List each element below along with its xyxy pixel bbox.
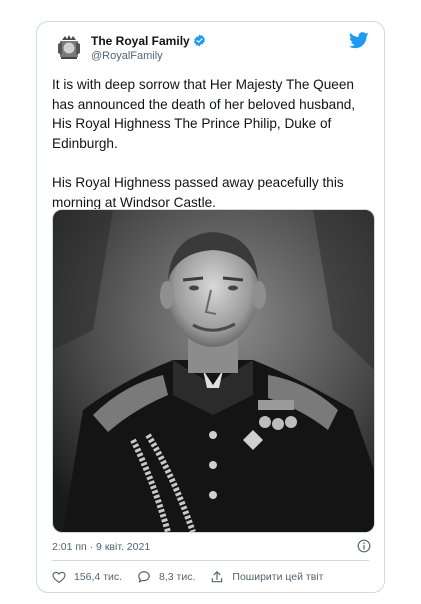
- tweet-card[interactable]: The Royal Family @RoyalFamily It is with…: [36, 21, 385, 593]
- tweet-actions: 156,4 тис. 8,3 тис. Поширити цей твіт: [52, 569, 338, 585]
- info-icon[interactable]: [357, 539, 371, 553]
- tweet-photo[interactable]: [52, 209, 375, 533]
- tweet-timestamp[interactable]: 2:01 пп · 9 квіт. 2021: [52, 541, 150, 553]
- reply-count: 8,3 тис.: [159, 571, 196, 583]
- like-count: 156,4 тис.: [74, 571, 123, 583]
- avatar[interactable]: [53, 31, 85, 63]
- tweet-paragraph: It is with deep sorrow that Her Majesty …: [52, 77, 356, 152]
- portrait-photo: [53, 210, 374, 532]
- author-name[interactable]: The Royal Family: [91, 34, 206, 48]
- reply-icon: [138, 571, 150, 583]
- like-button[interactable]: 156,4 тис.: [52, 570, 122, 584]
- author-handle[interactable]: @RoyalFamily: [91, 50, 163, 62]
- verified-badge-icon: [193, 34, 205, 47]
- tweet-text: It is with deep sorrow that Her Majesty …: [52, 75, 377, 212]
- author-name-text[interactable]: The Royal Family: [91, 34, 190, 48]
- share-icon: [212, 571, 223, 583]
- heart-icon: [52, 571, 66, 583]
- reply-button[interactable]: 8,3 тис.: [137, 570, 195, 584]
- twitter-bird-icon[interactable]: [349, 32, 369, 49]
- divider: [52, 560, 369, 561]
- tweet-paragraph: His Royal Highness passed away peacefull…: [52, 174, 344, 210]
- share-label: Поширити цей твіт: [232, 571, 324, 583]
- share-button[interactable]: Поширити цей твіт: [210, 570, 323, 584]
